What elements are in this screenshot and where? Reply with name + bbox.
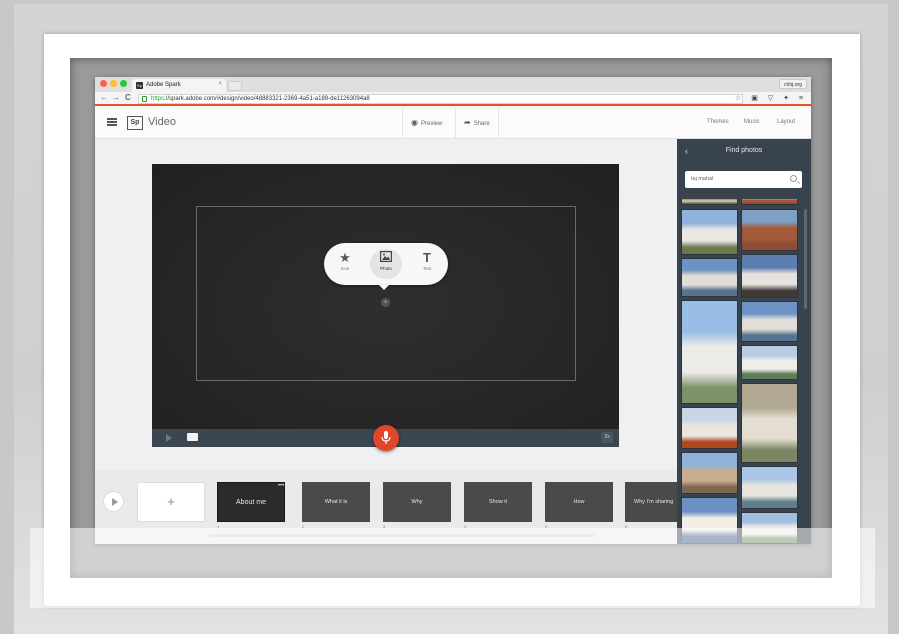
maximize-window-icon[interactable] xyxy=(120,80,127,87)
play-video-button[interactable] xyxy=(103,491,124,512)
forward-arrow-icon[interactable]: → xyxy=(112,93,120,102)
speed-badge[interactable]: 2x xyxy=(601,432,613,443)
menu-icon[interactable] xyxy=(107,118,117,126)
play-slide-icon[interactable] xyxy=(166,434,172,442)
slide-thumbnail[interactable]: Show it xyxy=(464,482,532,522)
photo-result[interactable] xyxy=(741,466,798,509)
new-tab-button[interactable] xyxy=(228,81,242,91)
option-label: Photo xyxy=(380,266,392,271)
option-label: Text xyxy=(422,266,432,271)
extension-icons[interactable]: ☆ ▣ ▽ ✦ ≡ xyxy=(735,94,807,102)
add-icon-option[interactable]: ★ Icon xyxy=(329,249,361,279)
address-bar: ← → C https://spark.adobe.com/#design/vi… xyxy=(95,92,811,106)
microphone-icon xyxy=(381,431,391,444)
tab-close-icon[interactable]: × xyxy=(218,81,222,87)
slide-stage[interactable]: ★ Icon Photo T Text + 2x xyxy=(152,164,619,451)
star-icon: ★ xyxy=(339,250,351,265)
photo-reflection-overlay xyxy=(30,528,875,608)
photo-result[interactable] xyxy=(741,301,798,342)
add-text-option[interactable]: T Text xyxy=(411,249,443,279)
photo-result[interactable] xyxy=(681,199,738,205)
music-link[interactable]: Music xyxy=(744,119,760,125)
photo-icon xyxy=(370,249,402,266)
app-header: Sp Video ◉ Preview ➦ Share Themes Music La… xyxy=(95,108,811,139)
find-photos-panel: ‹ Find photos taj mahal xyxy=(677,139,811,544)
search-value: taj mahal xyxy=(691,176,714,182)
slide-title: About me xyxy=(236,499,266,506)
eye-icon: ◉ xyxy=(411,118,418,127)
slide-thumbnail[interactable]: How xyxy=(545,482,613,522)
reload-icon[interactable]: C xyxy=(125,93,131,102)
app-title: Video xyxy=(148,116,176,128)
photo-result[interactable] xyxy=(681,300,738,404)
share-label: Share xyxy=(473,121,490,127)
themes-link[interactable]: Themes xyxy=(707,119,729,125)
photo-results-grid xyxy=(681,199,801,544)
share-arrow-icon: ➦ xyxy=(464,118,471,127)
browser-tab[interactable]: Sp Adobe Spark × xyxy=(132,79,226,92)
panel-title: Find photos xyxy=(725,147,763,154)
preview-label: Preview xyxy=(420,121,443,127)
caption-icon[interactable] xyxy=(187,433,198,441)
photo-result[interactable] xyxy=(741,254,798,298)
photo-result[interactable] xyxy=(681,452,738,494)
slide-title: Why xyxy=(411,499,423,505)
option-label: Icon xyxy=(340,266,350,271)
spark-favicon-icon: Sp xyxy=(136,82,143,89)
photo-result[interactable] xyxy=(741,199,798,205)
layout-link[interactable]: Layout xyxy=(777,119,795,125)
photo-result[interactable] xyxy=(741,209,798,251)
photo-result[interactable] xyxy=(741,345,798,380)
add-content-button[interactable]: + xyxy=(381,298,390,307)
search-icon[interactable] xyxy=(790,175,797,182)
content-picker: ★ Icon Photo T Text xyxy=(324,243,448,285)
slide-title: How xyxy=(573,499,585,505)
slide-thumbnail[interactable]: About me xyxy=(217,482,285,522)
photo-search-input[interactable]: taj mahal xyxy=(685,171,802,188)
url-path: ://spark.adobe.com/#design/video/4888332… xyxy=(164,96,370,102)
preview-button[interactable]: ◉ Preview xyxy=(402,108,450,138)
share-button[interactable]: ➦ Share xyxy=(455,108,499,138)
panel-scrollbar[interactable] xyxy=(804,209,807,309)
add-slide-button[interactable]: + xyxy=(137,482,205,522)
tab-title: Adobe Spark xyxy=(146,82,181,88)
canvas-area: ★ Icon Photo T Text + 2x xyxy=(95,139,677,470)
spark-logo[interactable]: Sp xyxy=(127,116,143,130)
photo-result[interactable] xyxy=(681,258,738,297)
picker-pointer xyxy=(378,284,390,290)
slide-title: What it is xyxy=(324,499,348,505)
slide-title: Why I'm sharing xyxy=(634,499,674,505)
url-input[interactable]: https://spark.adobe.com/#design/video/48… xyxy=(138,94,743,104)
lock-icon xyxy=(142,96,147,102)
url-scheme: https xyxy=(151,96,165,102)
photo-result[interactable] xyxy=(681,209,738,255)
safe-zone-outline xyxy=(196,206,576,381)
slide-title: Show it xyxy=(488,499,508,505)
photo-result[interactable] xyxy=(681,407,738,449)
profile-badge[interactable]: ctrlq.org xyxy=(778,79,807,89)
close-window-icon[interactable] xyxy=(100,80,107,87)
text-icon: T xyxy=(423,250,431,265)
slide-thumbnail[interactable]: Why xyxy=(383,482,451,522)
tab-strip: Sp Adobe Spark × ctrlq.org xyxy=(95,77,811,92)
back-arrow-icon[interactable]: ← xyxy=(100,93,108,102)
slide-thumbnail[interactable]: What it is xyxy=(302,482,370,522)
minimize-window-icon[interactable] xyxy=(110,80,117,87)
stage-controls: 2x xyxy=(152,425,619,451)
slide-more-icon[interactable]: ••• xyxy=(278,483,284,489)
slide-thumbnail[interactable]: Why I'm sharing xyxy=(625,482,677,522)
record-voice-button[interactable] xyxy=(373,425,399,451)
photo-result[interactable] xyxy=(741,383,798,463)
add-photo-option[interactable]: Photo xyxy=(370,249,402,279)
browser-window: Sp Adobe Spark × ctrlq.org ← → C https:/… xyxy=(95,77,811,544)
